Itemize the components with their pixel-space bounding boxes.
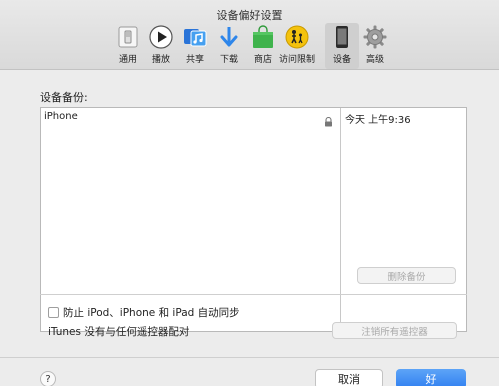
- tab-devices[interactable]: 设备: [325, 23, 359, 69]
- delete-backup-button[interactable]: 删除备份: [357, 267, 456, 284]
- backup-date: 今天 上午9:36: [345, 115, 411, 126]
- lock-icon: [324, 112, 333, 127]
- title-bar: 设备偏好设置 通用 播放 共享 下载 商店 访问限制 设备 高级: [0, 0, 499, 70]
- tab-downloads-label: 下载: [219, 55, 238, 65]
- device-backups-heading: 设备备份:: [40, 91, 88, 104]
- tab-general-label: 通用: [118, 55, 137, 65]
- tab-playback[interactable]: 播放: [144, 23, 178, 69]
- backup-list[interactable]: iPhone 今天 上午9:36: [40, 107, 467, 332]
- section-divider: [40, 294, 467, 295]
- cancel-button[interactable]: 取消: [315, 369, 383, 386]
- tab-restrictions-label: 访问限制: [279, 55, 316, 65]
- tab-advanced[interactable]: 高级: [358, 23, 392, 69]
- backup-device-name: iPhone: [44, 111, 78, 122]
- tab-playback-label: 播放: [151, 55, 170, 65]
- remotes-status-text: iTunes 没有与任何遥控器配对: [48, 326, 190, 338]
- tab-downloads[interactable]: 下载: [212, 23, 246, 69]
- ok-button[interactable]: 好: [396, 369, 466, 386]
- sharing-music-icon: [183, 25, 207, 49]
- device-phone-icon: [330, 25, 354, 49]
- tab-sharing[interactable]: 共享: [178, 23, 212, 69]
- deauthorize-remotes-button[interactable]: 注销所有遥控器: [332, 322, 457, 339]
- general-switch-icon: [116, 25, 140, 49]
- column-divider: [340, 108, 341, 331]
- footer-divider: [0, 357, 499, 358]
- download-icon: [217, 25, 241, 49]
- tab-advanced-label: 高级: [365, 55, 384, 65]
- prevent-sync-checkbox[interactable]: [48, 307, 59, 318]
- restrictions-icon: [285, 25, 309, 49]
- prevent-sync-label: 防止 iPod、iPhone 和 iPad 自动同步: [63, 307, 240, 319]
- tab-general[interactable]: 通用: [111, 23, 145, 69]
- store-bag-icon: [251, 25, 275, 49]
- tab-devices-label: 设备: [332, 55, 351, 65]
- help-button[interactable]: ?: [40, 371, 56, 386]
- tab-store-label: 商店: [253, 55, 272, 65]
- gear-icon: [363, 25, 387, 49]
- tab-store[interactable]: 商店: [246, 23, 280, 69]
- play-icon: [149, 25, 173, 49]
- tab-sharing-label: 共享: [185, 55, 204, 65]
- devices-panel: 设备备份: iPhone 今天 上午9:36 删除备份 防止 iPod、iPho…: [0, 71, 499, 386]
- window-title: 设备偏好设置: [216, 9, 283, 22]
- preferences-toolbar: 通用 播放 共享 下载 商店 访问限制 设备 高级: [0, 23, 499, 69]
- tab-restrictions[interactable]: 访问限制: [279, 23, 316, 69]
